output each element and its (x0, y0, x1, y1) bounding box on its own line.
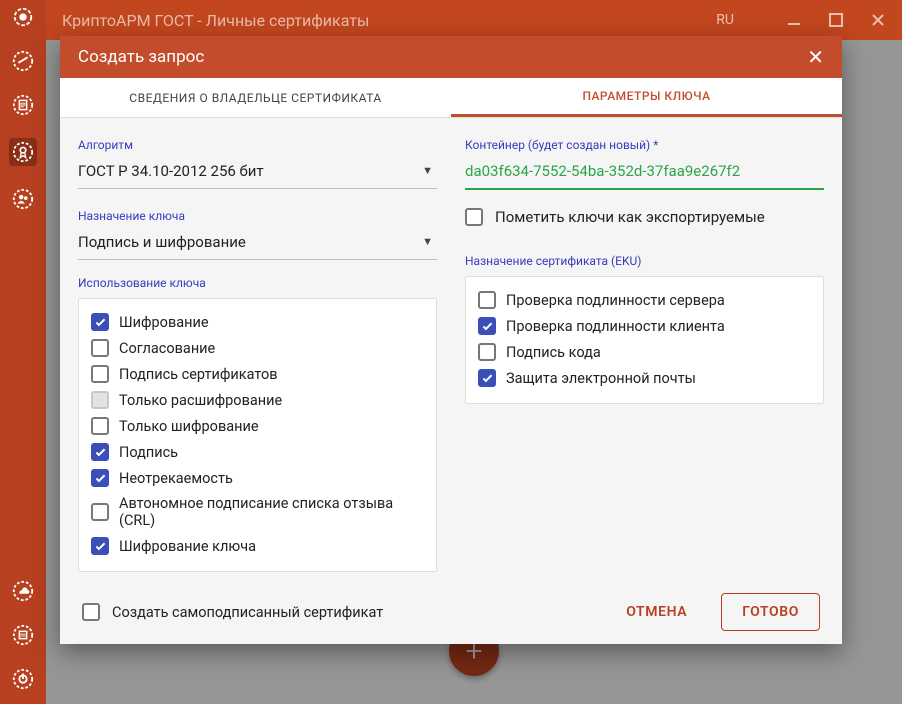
label-key-usage: Использование ключа (78, 276, 437, 290)
tab-key-params[interactable]: ПАРАМЕТРЫ КЛЮЧА (451, 78, 842, 117)
dialog-title: Создать запрос (78, 47, 807, 67)
chevron-down-icon: ▼ (422, 235, 433, 248)
maximize-icon[interactable] (828, 12, 844, 28)
label-container: Контейнер (будет создан новый) * (465, 138, 824, 152)
option-label: Автономное подписание списка отзыва (CRL… (119, 495, 426, 529)
list-item[interactable]: Подпись кода (478, 339, 813, 365)
nav-sign-icon[interactable] (12, 50, 34, 72)
app-logo-icon[interactable] (12, 6, 34, 28)
list-item[interactable]: Проверка подлинности клиента (478, 313, 813, 339)
close-icon[interactable]: ✕ (807, 45, 824, 69)
nav-cloud-icon[interactable] (12, 580, 34, 602)
language-switch[interactable]: RU (716, 12, 734, 28)
nav-settings-icon[interactable] (12, 624, 34, 646)
option-label: Шифрование ключа (119, 538, 256, 555)
checkbox[interactable] (478, 343, 496, 361)
done-button[interactable]: ГОТОВО (721, 593, 820, 631)
dialog-footer: Создать самоподписанный сертификат ОТМЕН… (60, 580, 842, 644)
sidebar (0, 0, 46, 704)
dialog-tabs: СВЕДЕНИЯ О ВЛАДЕЛЬЦЕ СЕРТИФИКАТА ПАРАМЕТ… (60, 78, 842, 118)
label-key-purpose: Назначение ключа (78, 209, 437, 223)
checkbox[interactable] (91, 443, 109, 461)
list-item[interactable]: Защита электронной почты (478, 365, 813, 391)
nav-documents-icon[interactable] (12, 94, 34, 116)
selfsigned-label: Создать самоподписанный сертификат (112, 604, 383, 621)
cancel-button[interactable]: ОТМЕНА (612, 594, 701, 630)
list-item[interactable]: Неотрекаемость (91, 465, 426, 491)
option-label: Согласование (119, 340, 215, 357)
checkbox[interactable] (91, 365, 109, 383)
nav-exit-icon[interactable] (12, 668, 34, 690)
option-label: Неотрекаемость (119, 470, 233, 487)
nav-contacts-icon[interactable] (12, 188, 34, 210)
list-item[interactable]: Только шифрование (91, 413, 426, 439)
titlebar: КриптоАРМ ГОСТ - Личные сертификаты RU (46, 0, 902, 40)
checkbox (91, 391, 109, 409)
list-item[interactable]: Автономное подписание списка отзыва (CRL… (91, 491, 426, 533)
list-item[interactable]: Подпись (91, 439, 426, 465)
chevron-down-icon: ▼ (422, 164, 433, 177)
list-item[interactable]: Проверка подлинности сервера (478, 287, 813, 313)
container-field[interactable]: da03f634-7552-54ba-352d-37faa9e267f2 (465, 156, 824, 190)
list-item[interactable]: Подпись сертификатов (91, 361, 426, 387)
option-label: Подпись сертификатов (119, 366, 278, 383)
option-label: Только шифрование (119, 418, 259, 435)
nav-certificates-icon[interactable] (9, 138, 37, 166)
option-label: Подпись (119, 444, 178, 461)
dialog-header: Создать запрос ✕ (60, 36, 842, 78)
app-title: КриптоАРМ ГОСТ - Личные сертификаты (62, 11, 716, 30)
tab-owner-info[interactable]: СВЕДЕНИЯ О ВЛАДЕЛЬЦЕ СЕРТИФИКАТА (60, 78, 451, 117)
key-usage-list: Шифрование Согласование Подпись сертификат… (78, 298, 437, 572)
checkbox[interactable] (478, 291, 496, 309)
list-item[interactable]: Шифрование ключа (91, 533, 426, 559)
checkbox[interactable] (91, 339, 109, 357)
checkbox[interactable] (478, 317, 496, 335)
list-item[interactable]: Только расшифрование (91, 387, 426, 413)
create-request-dialog: Создать запрос ✕ СВЕДЕНИЯ О ВЛАДЕЛЬЦЕ СЕ… (60, 36, 842, 644)
option-label: Шифрование (119, 314, 209, 331)
checkbox[interactable] (91, 537, 109, 555)
option-label: Защита электронной почты (506, 370, 696, 387)
option-label: Только расшифрование (119, 392, 282, 409)
list-item[interactable]: Шифрование (91, 309, 426, 335)
checkbox[interactable] (91, 503, 109, 521)
exportable-checkbox[interactable] (465, 208, 483, 226)
checkbox[interactable] (91, 417, 109, 435)
eku-list: Проверка подлинности сервера Проверка под… (465, 276, 824, 404)
algorithm-select[interactable]: ГОСТ Р 34.10-2012 256 бит ▼ (78, 156, 437, 189)
exportable-label: Пометить ключи как экспортируемые (495, 208, 765, 226)
key-purpose-select[interactable]: Подпись и шифрование ▼ (78, 227, 437, 260)
label-eku: Назначение сертификата (EKU) (465, 254, 824, 268)
selfsigned-checkbox[interactable] (82, 603, 100, 621)
minimize-icon[interactable] (786, 12, 802, 28)
label-algorithm: Алгоритм (78, 138, 437, 152)
checkbox[interactable] (91, 313, 109, 331)
option-label: Проверка подлинности клиента (506, 318, 725, 335)
checkbox[interactable] (91, 469, 109, 487)
close-window-icon[interactable] (870, 12, 886, 28)
option-label: Проверка подлинности сервера (506, 292, 725, 309)
list-item[interactable]: Согласование (91, 335, 426, 361)
checkbox[interactable] (478, 369, 496, 387)
option-label: Подпись кода (506, 344, 601, 361)
